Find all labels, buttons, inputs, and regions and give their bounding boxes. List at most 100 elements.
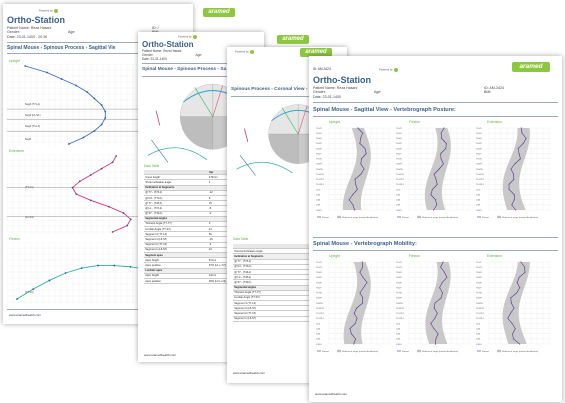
mini-line xyxy=(155,110,161,126)
table-cell: Segment 1 (L6-S7) xyxy=(233,316,314,322)
patient-point xyxy=(353,312,355,314)
vertebra-point xyxy=(126,224,129,227)
patient-point xyxy=(440,158,442,160)
vertebra-point xyxy=(24,65,27,67)
patient-point xyxy=(433,328,435,330)
vertebra-label: L1/2 xyxy=(396,323,401,325)
vertebra-label: L5/S1 xyxy=(396,210,402,212)
patient-point xyxy=(362,302,364,304)
patient-point xyxy=(441,292,444,294)
vertebra-label: L3/4 xyxy=(476,334,481,336)
vertebra-label: Th3/4 xyxy=(476,138,482,140)
patient-point xyxy=(359,142,361,144)
vertebra-label: L2/3 xyxy=(316,194,321,196)
vertebra-label: Th2/3 xyxy=(396,133,402,135)
data-table-caption: Data Table xyxy=(233,237,249,241)
seg-label: Seg2 (T7-L1) xyxy=(25,103,41,106)
vertebra-label: Th12/L1 xyxy=(316,184,325,186)
logo-text: aramed xyxy=(208,9,230,15)
upright-label-4: Seg5 xyxy=(25,138,32,141)
age-label: Age: xyxy=(374,90,382,95)
aramed-mini-logo-icon xyxy=(393,68,398,72)
vertebra-label: L2/3 xyxy=(396,328,401,330)
posture-panel-label-2: Flexion xyxy=(409,120,420,124)
vertebra-label: L5/S1 xyxy=(316,344,322,346)
app-title: Ortho-Station xyxy=(313,75,371,85)
upright-label-3: Seg4 (T1-L1) xyxy=(25,125,41,128)
aramed-mini-logo-icon xyxy=(192,35,197,39)
vertebra-label: Th1/2 xyxy=(396,262,402,264)
patient-point xyxy=(437,333,439,335)
vertebra-point xyxy=(97,264,99,267)
panel-label-flexion: Flexion xyxy=(9,237,20,241)
patient-point xyxy=(511,322,513,325)
patient-point xyxy=(435,178,437,180)
vertebra-label: Th3/4 xyxy=(476,272,482,274)
upright-label-2: Seg3 (L1-S1) xyxy=(25,114,41,117)
vertebra-label: Th4/5 xyxy=(476,277,482,279)
mobility-vertebrograph-upright: Th1/2 Th2/3 Th3/4 Th4/5 Th5/6 Th6/7 Th7/8 Th8/9… xyxy=(316,261,391,353)
patient-point xyxy=(354,209,356,211)
patient-info: Patient Name: Reza Hasani Gender: Age: Da… xyxy=(142,49,202,61)
vertebra-label: Th1/2 xyxy=(476,262,482,264)
vertebra-label: Th10/11 xyxy=(396,308,405,310)
section-title: Spinous Process - Coronal View - Segr xyxy=(231,87,320,92)
mobility-vertebrograph-extension: Th1/2 Th2/3 Th3/4 Th4/5 Th5/6 Th6/7 Th7/8 Th8/9… xyxy=(476,261,551,353)
patient-point xyxy=(366,281,368,284)
angle-sector xyxy=(268,134,299,164)
vertebra-label: Th5/6 xyxy=(316,148,322,150)
title-rule xyxy=(313,116,558,117)
vertebra-point xyxy=(122,212,125,214)
mobility-panel-label-2: Flexion xyxy=(409,254,420,258)
vertebra-point xyxy=(82,136,85,139)
footer-url: www.aramedhealth.com xyxy=(315,392,348,396)
vertebra-point xyxy=(108,205,110,208)
patient-point xyxy=(352,194,354,196)
aramed-logo-badge-1: aramed xyxy=(203,8,235,17)
legend-patient: Patient xyxy=(402,216,409,219)
patient-point xyxy=(519,343,521,345)
legend-swatch xyxy=(417,349,421,353)
patient-point xyxy=(441,281,443,284)
patient-point xyxy=(440,266,442,268)
vertebra-label: Th5/6 xyxy=(396,148,402,150)
vertebra-point xyxy=(89,174,92,176)
vertebra-point xyxy=(46,71,48,74)
extension-label-1: (T7-L1) xyxy=(25,186,34,189)
age-label: Age: xyxy=(195,53,203,57)
vertebra-label: Th4/5 xyxy=(396,277,402,279)
patient-point xyxy=(513,178,515,180)
patient-point xyxy=(349,328,351,330)
extension-label-2: (L1-S1) xyxy=(25,216,34,219)
vertebra-label: Th10/11 xyxy=(396,174,405,176)
vertebra-label: L4/5 xyxy=(396,339,401,341)
vertebra-point xyxy=(100,123,103,126)
patient-point xyxy=(513,173,515,175)
vertebra-point xyxy=(86,91,88,93)
vertebra-label: L3/4 xyxy=(396,200,401,202)
powered-by-text: Powered by xyxy=(379,68,393,72)
vertebra-label: L2/3 xyxy=(316,328,321,330)
patient-id-block: ID: AM-3424 BMI: xyxy=(484,86,504,95)
patient-point xyxy=(520,261,522,263)
patient-point xyxy=(440,137,443,139)
powered-by-text: Powered by xyxy=(178,35,192,39)
app-title: Ortho-Station xyxy=(7,15,65,25)
bmi-label: BMI: xyxy=(484,90,492,95)
patient-point xyxy=(433,209,435,211)
patient-point xyxy=(435,338,437,340)
app-title: Ortho-Station xyxy=(142,40,194,49)
patient-point xyxy=(353,343,355,345)
vertebra-point xyxy=(78,180,81,183)
vertebra-label: L5/S1 xyxy=(396,344,402,346)
patient-point xyxy=(516,292,518,294)
patient-point xyxy=(524,271,526,273)
vertebra-point xyxy=(93,97,96,100)
footer-url: www.aramedhealth.com xyxy=(144,353,177,357)
patient-point xyxy=(360,158,363,160)
vertebra-point xyxy=(80,267,83,269)
vertebra-label: Th12/L1 xyxy=(476,318,485,320)
patient-point xyxy=(436,312,438,314)
vertebra-label: Th1/2 xyxy=(316,128,322,130)
panel-label-upright: Upright xyxy=(9,59,20,63)
